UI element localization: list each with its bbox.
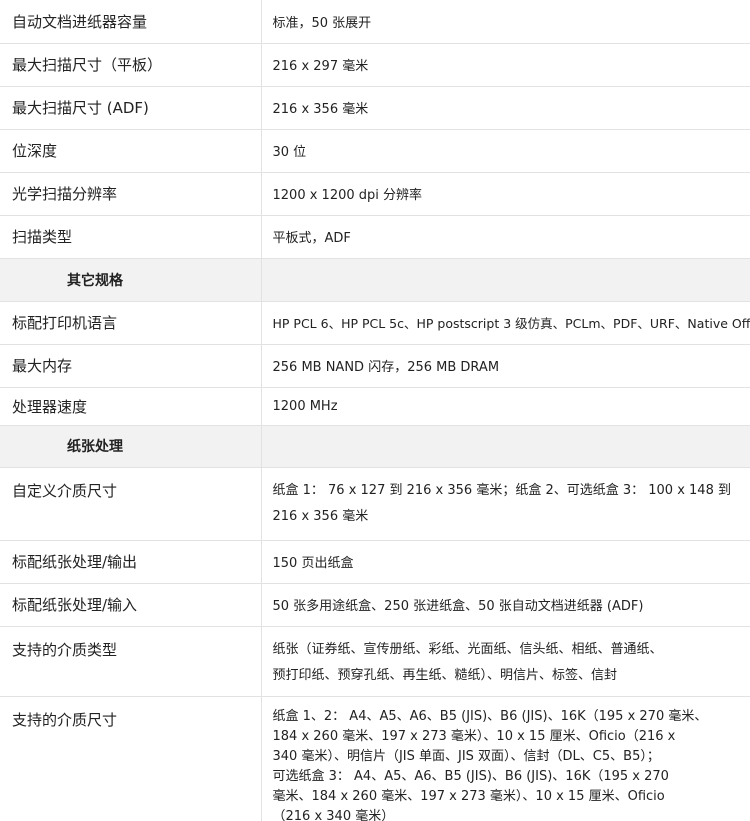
table-row: 最大扫描尺寸（平板） 216 x 297 毫米 [0, 43, 750, 87]
table-row: 支持的介质类型 纸张（证券纸、宣传册纸、彩纸、光面纸、信头纸、相纸、普通纸、 预… [0, 626, 750, 697]
value-line: 216 x 356 毫米 [272, 508, 369, 524]
section-header-blank [261, 425, 750, 468]
value-line: 预打印纸、预穿孔纸、再生纸、糙纸）、明信片、标签、信封 [272, 667, 618, 683]
row-value: 平板式，ADF [261, 215, 750, 259]
table-row: 处理器速度 1200 MHz [0, 387, 750, 426]
row-label: 位深度 [0, 129, 262, 173]
row-label: 光学扫描分辨率 [0, 172, 262, 216]
spec-table: 自动文档进纸器容量 标准，50 张展开 最大扫描尺寸（平板） 216 x 297… [0, 0, 750, 821]
value-line: 纸盒 1、2： A4、A5、A6、B5 (JIS)、B6 (JIS)、16K（1… [272, 708, 708, 724]
row-value: 1200 x 1200 dpi 分辨率 [261, 172, 750, 216]
row-label: 自动文档进纸器容量 [0, 0, 262, 44]
value-line: 340 毫米）、明信片（JIS 单面、JIS 双面）、信封（DL、C5、B5）； [272, 748, 660, 764]
table-row: 扫描类型 平板式，ADF [0, 215, 750, 259]
section-title: 其它规格 [0, 258, 262, 302]
section-header-blank [261, 258, 750, 302]
table-row: 最大内存 256 MB NAND 闪存，256 MB DRAM [0, 344, 750, 388]
value-line: 184 x 260 毫米、197 x 273 毫米）、10 x 15 厘米、Of… [272, 728, 676, 744]
table-row: 标配打印机语言 HP PCL 6、HP PCL 5c、HP postscript… [0, 301, 750, 345]
row-label: 支持的介质尺寸 [0, 696, 262, 821]
table-row: 标配纸张处理/输入 50 张多用途纸盒、250 张进纸盒、50 张自动文档进纸器… [0, 583, 750, 627]
row-value: 256 MB NAND 闪存，256 MB DRAM [261, 344, 750, 388]
row-label: 自定义介质尺寸 [0, 467, 262, 541]
section-header: 纸张处理 [0, 425, 750, 468]
row-value: 纸盒 1： 76 x 127 到 216 x 356 毫米；纸盒 2、可选纸盒 … [261, 467, 750, 541]
value-line: 纸盒 1： 76 x 127 到 216 x 356 毫米；纸盒 2、可选纸盒 … [272, 482, 732, 498]
row-value: 150 页出纸盒 [261, 540, 750, 584]
value-line: 纸张（证券纸、宣传册纸、彩纸、光面纸、信头纸、相纸、普通纸、 [272, 641, 663, 657]
row-value: 30 位 [261, 129, 750, 173]
table-row: 支持的介质尺寸 纸盒 1、2： A4、A5、A6、B5 (JIS)、B6 (JI… [0, 696, 750, 821]
table-row: 自定义介质尺寸 纸盒 1： 76 x 127 到 216 x 356 毫米；纸盒… [0, 467, 750, 541]
value-line: 毫米、184 x 260 毫米、197 x 273 毫米）、10 x 15 厘米… [272, 788, 665, 804]
row-label: 标配打印机语言 [0, 301, 262, 345]
row-label: 扫描类型 [0, 215, 262, 259]
row-label: 最大扫描尺寸 (ADF) [0, 86, 262, 130]
table-row: 标配纸张处理/输出 150 页出纸盒 [0, 540, 750, 584]
section-header: 其它规格 [0, 258, 750, 302]
row-value: 50 张多用途纸盒、250 张进纸盒、50 张自动文档进纸器 (ADF) [261, 583, 750, 627]
table-row: 自动文档进纸器容量 标准，50 张展开 [0, 0, 750, 44]
row-label: 标配纸张处理/输出 [0, 540, 262, 584]
row-value: 216 x 356 毫米 [261, 86, 750, 130]
row-label: 标配纸张处理/输入 [0, 583, 262, 627]
table-row: 最大扫描尺寸 (ADF) 216 x 356 毫米 [0, 86, 750, 130]
row-label: 支持的介质类型 [0, 626, 262, 697]
row-value: 纸张（证券纸、宣传册纸、彩纸、光面纸、信头纸、相纸、普通纸、 预打印纸、预穿孔纸… [261, 626, 750, 697]
table-row: 光学扫描分辨率 1200 x 1200 dpi 分辨率 [0, 172, 750, 216]
row-value: 纸盒 1、2： A4、A5、A6、B5 (JIS)、B6 (JIS)、16K（1… [261, 696, 750, 821]
row-label: 处理器速度 [0, 387, 262, 426]
value-line: 可选纸盒 3： A4、A5、A6、B5 (JIS)、B6 (JIS)、16K（1… [272, 768, 669, 784]
row-value: 1200 MHz [261, 387, 750, 426]
value-line: （216 x 340 毫米） [272, 808, 395, 821]
row-value: HP PCL 6、HP PCL 5c、HP postscript 3 级仿真、P… [261, 301, 750, 345]
section-title: 纸张处理 [0, 425, 262, 468]
row-value: 216 x 297 毫米 [261, 43, 750, 87]
row-value: 标准，50 张展开 [261, 0, 750, 44]
row-label: 最大内存 [0, 344, 262, 388]
table-row: 位深度 30 位 [0, 129, 750, 173]
row-label: 最大扫描尺寸（平板） [0, 43, 262, 87]
